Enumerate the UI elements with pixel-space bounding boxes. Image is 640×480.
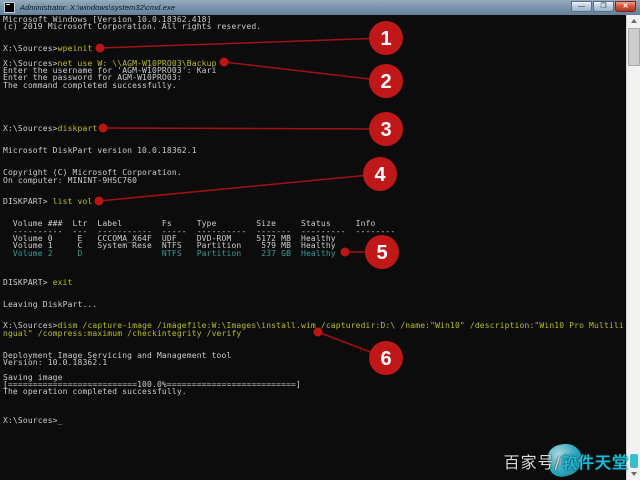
console-line: X:\Sources>diskpart [3,124,98,134]
console-line: DISKPART> list vol [3,197,93,207]
console-line: The command completed successfully. [3,80,177,90]
console-line: Microsoft DiskPart version 10.0.18362.1 [3,146,197,156]
watermark-brand: 软件天堂 [560,453,629,472]
watermark: 百家号/ 软件天堂 [503,440,638,480]
cmd-app-icon [4,2,15,13]
console-line: (c) 2019 Microsoft Corporation. All righ… [3,22,262,32]
console-line: DISKPART> exit [3,277,73,287]
scroll-up-button[interactable] [627,15,640,28]
window-titlebar[interactable]: Administrator: X:\windows\system32\cmd.e… [0,0,640,16]
console-line: Version: 10.0.18362.1 [3,357,108,367]
console-line: On computer: MININT-9HSC760 [3,175,138,185]
restore-button[interactable]: ❐ [593,1,614,12]
close-button[interactable]: ✕ [615,1,636,12]
watermark-prefix: 百家号/ [503,453,561,472]
scrollbar-thumb[interactable] [628,28,640,66]
console-line: ngual" /compress:maximum /checkintegrity… [3,328,242,338]
console-line: Leaving DiskPart... [3,299,98,309]
console-line: X:\Sources>wpeinit [3,44,93,54]
watermark-fragment [630,454,638,468]
window-controls: — ❐ ✕ [571,1,636,12]
scrollbar[interactable] [626,15,640,480]
window-title: Administrator: X:\windows\system32\cmd.e… [20,3,176,12]
console-line: X:\Sources>_ [3,416,63,426]
console-line: The operation completed successfully. [3,387,187,397]
console-line: Volume 2 D NTFS Partition 237 GB Healthy [3,248,336,258]
console-output[interactable]: Microsoft Windows [Version 10.0.18362.41… [0,15,630,480]
minimize-button[interactable]: — [571,1,592,12]
chevron-up-icon [630,19,637,23]
cmd-window: Administrator: X:\windows\system32\cmd.e… [0,0,640,480]
